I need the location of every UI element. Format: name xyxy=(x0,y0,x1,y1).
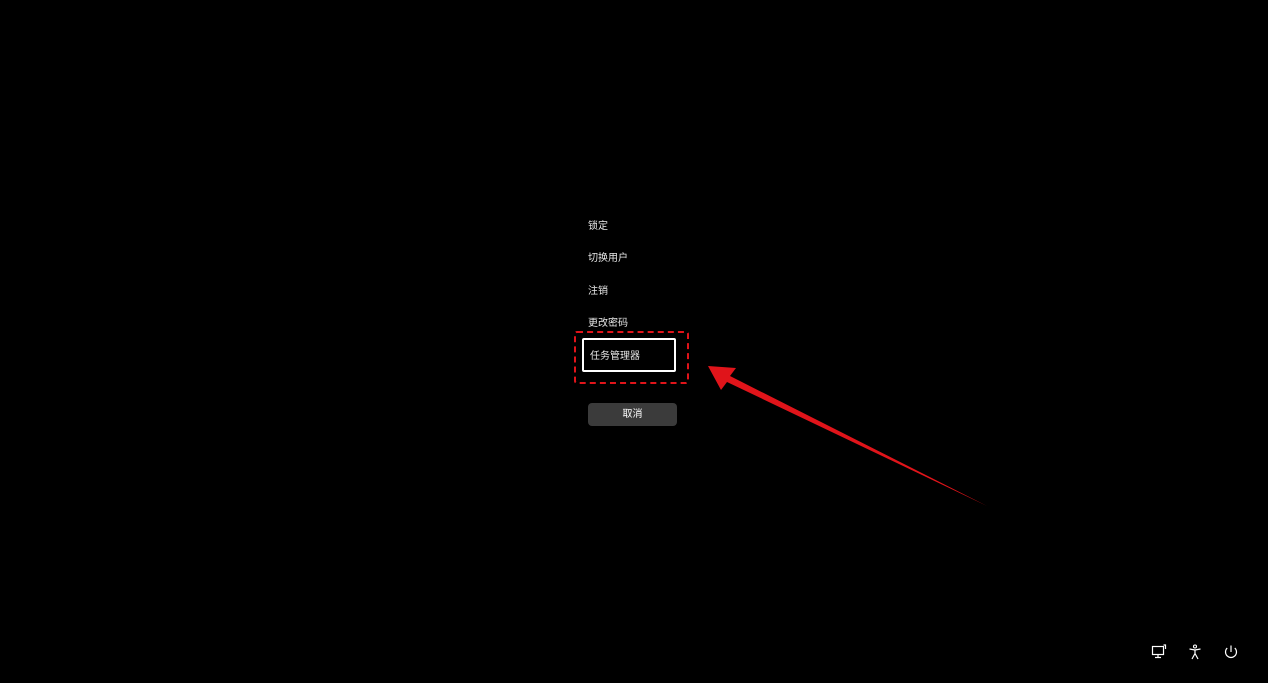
menu-item-lock[interactable]: 锁定 xyxy=(588,216,608,238)
annotation-arrow-shape xyxy=(708,366,987,506)
security-options-screen: 锁定 切换用户 注销 更改密码 任务管理器 取消 xyxy=(0,0,1268,683)
bottom-toolbar xyxy=(1150,643,1240,661)
power-icon[interactable] xyxy=(1222,643,1240,661)
menu-item-change-password[interactable]: 更改密码 xyxy=(588,313,628,335)
menu-item-switch-user[interactable]: 切换用户 xyxy=(588,248,628,270)
cancel-button[interactable]: 取消 xyxy=(588,403,677,426)
menu-item-task-manager[interactable]: 任务管理器 xyxy=(582,338,676,372)
menu-item-sign-out[interactable]: 注销 xyxy=(588,281,608,303)
network-icon[interactable] xyxy=(1150,643,1168,661)
accessibility-icon[interactable] xyxy=(1186,643,1204,661)
